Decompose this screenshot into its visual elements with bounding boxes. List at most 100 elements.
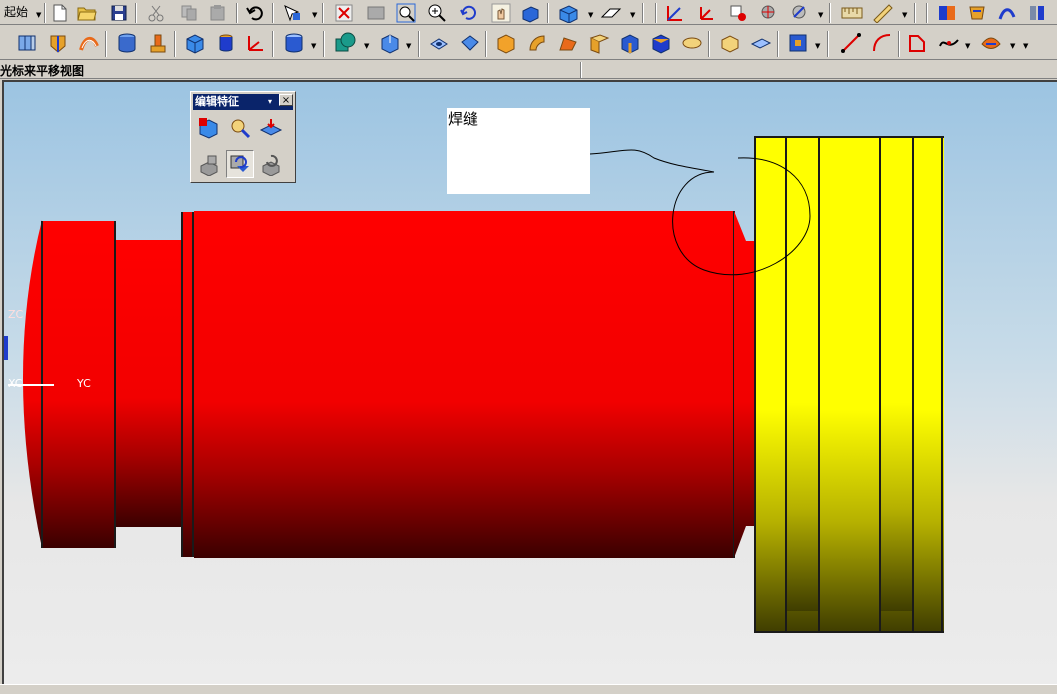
undo-icon[interactable]: [244, 2, 266, 23]
edit-positioning-icon[interactable]: [226, 114, 254, 142]
move-feature-icon[interactable]: [257, 114, 285, 142]
start-menu-button[interactable]: 起始: [4, 3, 28, 20]
blend-icon[interactable]: [524, 31, 550, 55]
boss-icon[interactable]: [145, 31, 171, 55]
zoom-icon[interactable]: [395, 2, 417, 23]
snap-options-icon[interactable]: [758, 2, 780, 23]
shade-icon[interactable]: [519, 2, 541, 23]
zoom-window-icon[interactable]: [365, 2, 387, 23]
curve-icon[interactable]: [905, 31, 931, 55]
rotate-icon[interactable]: [458, 2, 480, 23]
trim-body-icon[interactable]: [785, 31, 811, 55]
palette-close-button[interactable]: ×: [279, 94, 293, 106]
chevron-down-icon[interactable]: ▼: [818, 11, 823, 19]
line-icon[interactable]: [838, 31, 864, 55]
toolbar-separator: [272, 31, 274, 57]
replace-feature-icon[interactable]: [226, 150, 254, 178]
chevron-down-icon[interactable]: ▼: [965, 42, 970, 50]
weld-annotation-box[interactable]: 焊缝: [447, 108, 590, 194]
arc-icon[interactable]: [869, 31, 895, 55]
paste-icon[interactable]: [207, 2, 229, 23]
chevron-down-icon[interactable]: ▼: [630, 11, 635, 19]
edge-line: [754, 136, 944, 138]
sweep-icon[interactable]: [76, 31, 102, 55]
feature-toolbar: ▼ ▼ ▼ ▼ ▼ ▼ ▼: [0, 26, 1057, 60]
spline-icon[interactable]: [936, 31, 962, 55]
status-prompt: 光标来平移视图: [0, 64, 85, 78]
hole-icon[interactable]: [426, 31, 452, 55]
chevron-down-icon[interactable]: ▼: [902, 11, 907, 19]
select-filter-icon[interactable]: [281, 2, 303, 23]
draft-icon[interactable]: [586, 31, 612, 55]
pad-icon[interactable]: [493, 31, 519, 55]
chamfer-icon[interactable]: [555, 31, 581, 55]
toolbar-separator: [827, 31, 829, 57]
fit-view-icon[interactable]: [333, 2, 355, 23]
chevron-down-icon[interactable]: ▼: [36, 11, 41, 19]
palette-title-bar[interactable]: 编辑特征 ▾: [193, 94, 293, 110]
toolbar-separator: [236, 3, 238, 23]
edge-line: [754, 631, 944, 633]
cut-icon[interactable]: [145, 2, 167, 23]
toolbar-separator: [322, 3, 324, 23]
toolbar-separator: [708, 31, 710, 57]
cue-line: 光标来平移视图: [0, 61, 1057, 79]
sheet-metal-icon[interactable]: [1026, 2, 1048, 23]
toolbar-separator: [914, 3, 916, 23]
assembly-icon[interactable]: [872, 2, 894, 23]
edit-parameters-icon[interactable]: [195, 114, 223, 142]
sew-icon[interactable]: [717, 31, 743, 55]
chevron-down-icon[interactable]: ▼: [815, 42, 820, 50]
chevron-down-icon[interactable]: ▼: [588, 11, 593, 19]
cylinder-icon[interactable]: [114, 31, 140, 55]
graphics-window[interactable]: ZC XC YC 焊缝 编辑特征 ▾ ×: [2, 80, 1057, 684]
datum-csys-icon[interactable]: [243, 31, 269, 55]
toolbar-separator: [174, 31, 176, 57]
edge-line: [879, 137, 881, 632]
shell-icon[interactable]: [377, 31, 403, 55]
toolbar-separator: [655, 3, 657, 23]
solid-face-icon[interactable]: [648, 31, 674, 55]
palette-title: 编辑特征: [195, 95, 239, 108]
palette-menu-icon[interactable]: ▾: [268, 94, 272, 110]
save-icon[interactable]: [108, 2, 130, 23]
csys-icon[interactable]: [696, 2, 718, 23]
wcs-icon[interactable]: [600, 2, 622, 23]
layer-icon[interactable]: [664, 2, 686, 23]
measure-icon[interactable]: [789, 2, 811, 23]
zoom-in-icon[interactable]: [426, 2, 448, 23]
toolbar-separator: [829, 3, 831, 23]
offset-face-icon[interactable]: [617, 31, 643, 55]
render-style-icon[interactable]: [557, 2, 579, 23]
taskbar-strip: [0, 684, 1057, 694]
extrude-icon[interactable]: [14, 31, 40, 55]
thicken-icon[interactable]: [679, 31, 705, 55]
toolbar-separator: [485, 31, 487, 57]
surface-icon[interactable]: [978, 31, 1004, 55]
chevron-down-icon[interactable]: ▼: [406, 42, 411, 50]
chevron-down-icon[interactable]: ▼: [1023, 42, 1028, 50]
unite-icon[interactable]: [333, 31, 359, 55]
save-all-icon[interactable]: [966, 2, 988, 23]
cone-icon[interactable]: [213, 31, 239, 55]
sweep-tool-icon[interactable]: [996, 2, 1018, 23]
open-folder-icon[interactable]: [76, 2, 98, 23]
pan-icon[interactable]: [490, 2, 512, 23]
suppress-feature-icon[interactable]: [257, 150, 285, 178]
block-icon[interactable]: [182, 31, 208, 55]
pocket-icon[interactable]: [457, 31, 483, 55]
revolve-icon[interactable]: [45, 31, 71, 55]
patch-icon[interactable]: [748, 31, 774, 55]
chevron-down-icon[interactable]: ▼: [311, 42, 316, 50]
chevron-down-icon[interactable]: ▼: [312, 11, 317, 19]
chevron-down-icon[interactable]: ▼: [1010, 42, 1015, 50]
chevron-down-icon[interactable]: ▼: [364, 42, 369, 50]
snap-icon[interactable]: [727, 2, 749, 23]
cylinder-solid-icon[interactable]: [281, 31, 307, 55]
edit-feature-palette[interactable]: 编辑特征 ▾ ×: [190, 91, 296, 183]
new-file-icon[interactable]: [49, 2, 71, 23]
reorder-feature-icon[interactable]: [195, 150, 223, 178]
analysis-icon[interactable]: [841, 2, 863, 23]
sheet-icon[interactable]: [936, 2, 958, 23]
copy-icon[interactable]: [178, 2, 200, 23]
